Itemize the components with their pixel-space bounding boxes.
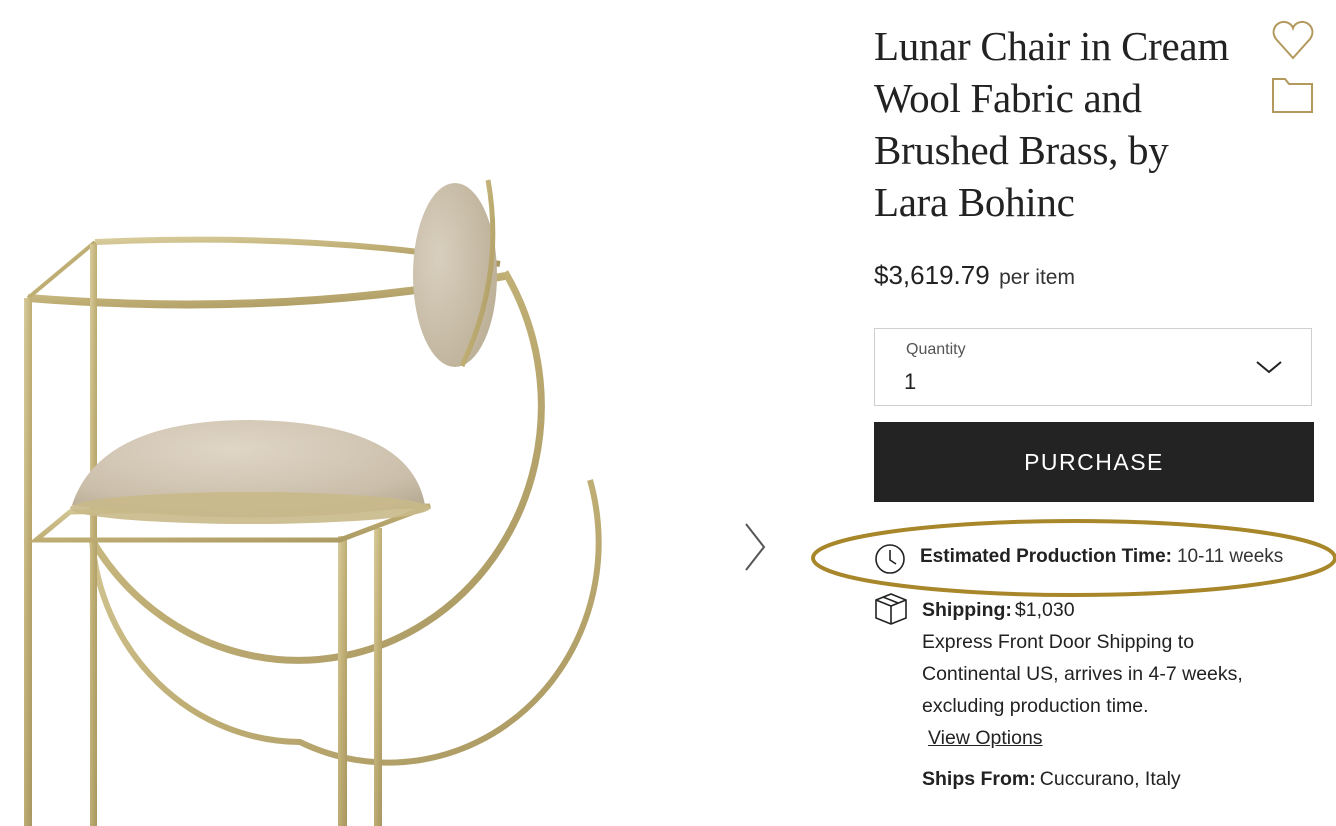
package-icon — [875, 593, 907, 625]
view-options-link[interactable]: View Options — [928, 722, 1043, 754]
product-image — [0, 0, 800, 826]
add-to-folder-button[interactable] — [1271, 76, 1315, 116]
production-time-value: 10-11 weeks — [1176, 546, 1284, 567]
ships-from-value: Cuccurano, Italy — [1039, 768, 1181, 790]
production-time: Estimated Production Time: 10-11 weeks — [920, 546, 1283, 568]
shipping-description: Express Front Door Shipping to Continent… — [922, 631, 1243, 717]
lunar-chair-image — [24, 179, 602, 826]
shipping-value: $1,030 — [1014, 599, 1075, 621]
chevron-right-icon — [745, 523, 766, 571]
shipping-cost-row: Shipping: $1,030 — [922, 594, 1322, 626]
favorite-button[interactable] — [1271, 18, 1315, 62]
production-time-label: Estimated Production Time: — [920, 546, 1172, 567]
price-unit: per item — [999, 266, 1075, 289]
quantity-label: Quantity — [906, 341, 966, 358]
price: $3,619.79 — [874, 260, 990, 290]
shipping-label: Shipping: — [922, 599, 1012, 621]
purchase-button[interactable]: PURCHASE — [874, 422, 1314, 502]
price-row: $3,619.79 per item — [874, 260, 1075, 291]
quantity-select[interactable]: Quantity 1 — [874, 328, 1312, 406]
folder-icon — [1272, 78, 1313, 113]
quantity-value: 1 — [904, 369, 917, 394]
next-image-button[interactable] — [738, 520, 772, 574]
heart-icon — [1272, 20, 1314, 60]
shipping-info: Shipping: $1,030 Express Front Door Shipp… — [922, 594, 1322, 754]
clock-icon — [875, 544, 905, 574]
ships-from: Ships From: Cuccurano, Italy — [922, 768, 1181, 791]
product-page: Lunar Chair in Cream Wool Fabric and Bru… — [0, 0, 1336, 826]
chevron-down-icon — [1256, 361, 1282, 374]
product-title: Lunar Chair in Cream Wool Fabric and Bru… — [874, 23, 1229, 225]
ships-from-label: Ships From: — [922, 768, 1036, 790]
